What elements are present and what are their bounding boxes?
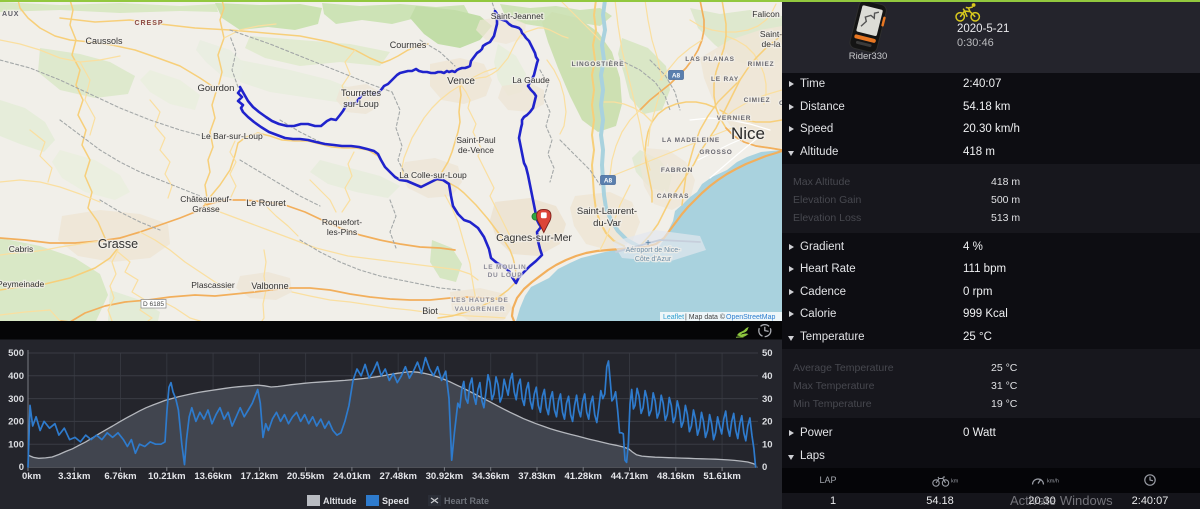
svg-text:Speed: Speed [382, 496, 409, 506]
svg-text:Altitude: Altitude [323, 496, 357, 506]
svg-text:LE RAY: LE RAY [711, 76, 739, 83]
svg-text:Nice: Nice [731, 124, 765, 143]
svg-text:VERNIER: VERNIER [717, 115, 752, 122]
svg-text:km: km [951, 479, 959, 485]
svg-text:40: 40 [762, 371, 773, 382]
svg-text:sur-Loup: sur-Loup [343, 99, 379, 109]
svg-text:51.61km: 51.61km [703, 471, 741, 482]
svg-text:200: 200 [8, 417, 24, 428]
svg-text:Châteauneuf-: Châteauneuf- [180, 194, 232, 204]
svg-text:20.55km: 20.55km [287, 471, 325, 482]
svg-text:400: 400 [8, 371, 24, 382]
svg-text:Cagnes-sur-Mer: Cagnes-sur-Mer [496, 232, 572, 244]
svg-text:Le Rouret: Le Rouret [246, 198, 286, 208]
svg-text:La Colle-sur-Loup: La Colle-sur-Loup [399, 170, 467, 180]
svg-text:0: 0 [762, 462, 767, 473]
svg-text:CRESP: CRESP [134, 20, 163, 27]
svg-text:du-Var: du-Var [593, 218, 621, 229]
svg-text:VAUGRENIER: VAUGRENIER [455, 306, 506, 313]
svg-text:GROSSO: GROSSO [699, 149, 732, 156]
svg-text:de-la: de-la [762, 39, 781, 49]
svg-text:+: + [645, 238, 651, 249]
svg-text:Saint-: Saint- [760, 29, 782, 39]
svg-text:CIMIEZ: CIMIEZ [744, 97, 771, 104]
svg-text:LES HAUTS DE: LES HAUTS DE [451, 297, 508, 304]
svg-text:Peymeinade: Peymeinade [0, 279, 45, 289]
svg-text:A8: A8 [604, 177, 613, 184]
svg-text:300: 300 [8, 394, 24, 405]
svg-text:Caussols: Caussols [85, 36, 123, 46]
svg-text:48.16km: 48.16km [657, 471, 695, 482]
svg-text:50: 50 [762, 348, 773, 359]
svg-text:D 6185: D 6185 [143, 301, 164, 308]
svg-text:La Gaude: La Gaude [512, 75, 550, 85]
svg-text:3.31km: 3.31km [58, 471, 90, 482]
svg-text:41.28km: 41.28km [564, 471, 602, 482]
svg-text:Vence: Vence [447, 76, 475, 87]
svg-text:Falicon: Falicon [752, 9, 780, 19]
svg-text:37.83km: 37.83km [518, 471, 556, 482]
svg-text:LINGOSTIÈRE: LINGOSTIÈRE [572, 59, 625, 68]
svg-text:10.21km: 10.21km [148, 471, 186, 482]
svg-text:Côte d'Azur: Côte d'Azur [635, 256, 672, 263]
svg-text:Roquefort-: Roquefort- [322, 217, 362, 227]
svg-text:CARRAS: CARRAS [657, 193, 690, 200]
svg-text:LA MADELEINE: LA MADELEINE [662, 137, 720, 144]
svg-text:FABRON: FABRON [661, 167, 693, 174]
svg-text:Le Bar-sur-Loup: Le Bar-sur-Loup [201, 131, 263, 141]
svg-text:20: 20 [762, 417, 773, 428]
svg-text:27.48km: 27.48km [379, 471, 417, 482]
svg-text:Saint-Paul: Saint-Paul [456, 135, 495, 145]
svg-text:LE MOULIN: LE MOULIN [484, 264, 527, 271]
svg-text:Leaflet: Leaflet [663, 314, 684, 321]
svg-text:Biot: Biot [422, 306, 438, 316]
svg-text:de-Vence: de-Vence [458, 145, 494, 155]
svg-text:DU LOUP: DU LOUP [488, 272, 523, 279]
svg-text:Grasse: Grasse [192, 204, 220, 214]
svg-text:30: 30 [762, 394, 773, 405]
svg-text:| Map data ©: | Map data © [685, 313, 726, 321]
svg-text:6.76km: 6.76km [104, 471, 136, 482]
svg-text:RIMIEZ: RIMIEZ [748, 61, 775, 68]
svg-text:13.66km: 13.66km [194, 471, 232, 482]
svg-text:44.71km: 44.71km [611, 471, 649, 482]
svg-text:Tourrettes: Tourrettes [341, 88, 382, 98]
svg-text:Courmes: Courmes [390, 40, 427, 50]
svg-text:Gourdon: Gourdon [198, 83, 235, 94]
svg-text:Valbonne: Valbonne [251, 281, 288, 291]
svg-text:0km: 0km [22, 471, 41, 482]
svg-text:34.36km: 34.36km [472, 471, 510, 482]
svg-text:Cabris: Cabris [9, 244, 34, 254]
svg-text:les-Pins: les-Pins [327, 227, 357, 237]
svg-text:Plascassier: Plascassier [191, 280, 235, 290]
svg-text:LAS PLANAS: LAS PLANAS [685, 56, 735, 63]
svg-text:10: 10 [762, 439, 773, 450]
svg-text:Aéroport de Nice-: Aéroport de Nice- [626, 247, 682, 254]
svg-text:AUX: AUX [2, 11, 19, 18]
svg-text:OpenStreetMap: OpenStreetMap [726, 314, 776, 321]
svg-text:Saint-Laurent-: Saint-Laurent- [577, 206, 637, 217]
svg-text:km/h: km/h [1047, 479, 1059, 485]
svg-text:17.12km: 17.12km [241, 471, 279, 482]
svg-text:24.01km: 24.01km [333, 471, 371, 482]
svg-text:30.92km: 30.92km [426, 471, 464, 482]
svg-text:Heart Rate: Heart Rate [444, 496, 489, 506]
svg-text:100: 100 [8, 439, 24, 450]
svg-text:Grasse: Grasse [98, 237, 138, 251]
svg-text:Saint-Jeannet: Saint-Jeannet [491, 11, 544, 21]
svg-text:500: 500 [8, 348, 24, 359]
svg-text:A8: A8 [672, 72, 681, 79]
